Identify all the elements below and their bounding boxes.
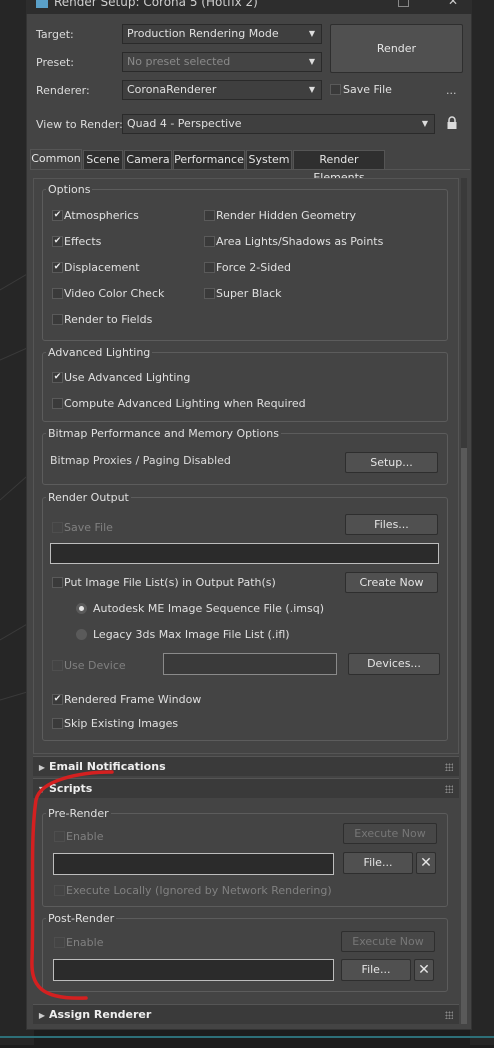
red-annotation-mark (30, 770, 114, 1000)
